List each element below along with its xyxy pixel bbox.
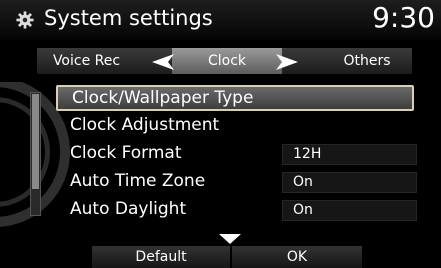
clock-time: 9:30 bbox=[372, 1, 435, 34]
scrollbar-thumb[interactable] bbox=[32, 94, 39, 189]
tab-clock[interactable]: Clock bbox=[172, 48, 282, 74]
value-field: On bbox=[282, 172, 417, 193]
gear-icon bbox=[16, 11, 34, 29]
tab-clock-label: Clock bbox=[207, 53, 247, 69]
menu-item-label: Clock/Wallpaper Type bbox=[72, 88, 254, 108]
value-field: On bbox=[282, 200, 417, 221]
menu-item-label: Auto Daylight bbox=[70, 199, 187, 219]
menu-item-label: Clock Format bbox=[70, 143, 182, 163]
tab-bar: Voice Rec Others Clock bbox=[0, 40, 441, 82]
right-arrow-icon[interactable] bbox=[274, 52, 300, 72]
menu-item-clock-adjustment[interactable]: Clock Adjustment bbox=[56, 113, 414, 139]
title-bar: System settings 9:30 bbox=[0, 0, 441, 40]
tab-voice-rec-label: Voice Rec bbox=[52, 53, 121, 69]
tab-others-label: Others bbox=[343, 53, 391, 69]
page-title: System settings bbox=[44, 6, 213, 30]
menu-item-clock-format[interactable]: Clock Format 12H bbox=[56, 141, 417, 167]
menu-item-label: Clock Adjustment bbox=[70, 115, 220, 135]
left-arrow-icon[interactable] bbox=[150, 52, 176, 72]
default-button[interactable]: Default bbox=[92, 246, 230, 268]
tab-others[interactable]: Others bbox=[282, 48, 412, 74]
auto-daylight-value: On bbox=[293, 202, 313, 218]
menu-item-auto-daylight[interactable]: Auto Daylight On bbox=[56, 197, 417, 223]
auto-time-zone-value: On bbox=[293, 174, 313, 190]
scrollbar[interactable] bbox=[30, 92, 41, 216]
menu-item-clock-wallpaper-type[interactable]: Clock/Wallpaper Type bbox=[56, 85, 414, 111]
menu-item-label: Auto Time Zone bbox=[70, 171, 206, 191]
footer-bar: Default OK bbox=[0, 244, 441, 268]
clock-format-value: 12H bbox=[293, 146, 322, 162]
value-field: 12H bbox=[282, 144, 417, 165]
ok-button[interactable]: OK bbox=[232, 246, 362, 268]
menu-item-auto-time-zone[interactable]: Auto Time Zone On bbox=[56, 169, 417, 195]
settings-list: Clock/Wallpaper Type Clock Adjustment Cl… bbox=[0, 82, 441, 232]
